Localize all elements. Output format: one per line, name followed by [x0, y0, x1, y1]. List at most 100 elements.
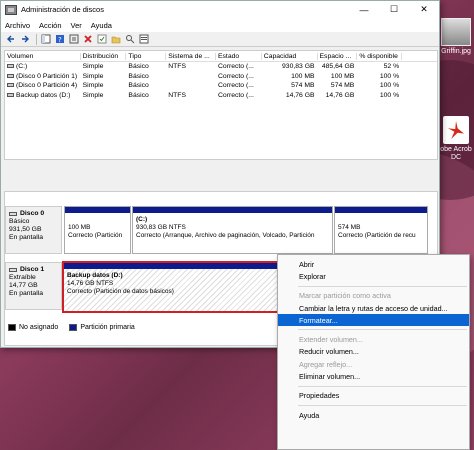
- maximize-button[interactable]: ☐: [379, 1, 409, 18]
- properties-icon[interactable]: [68, 34, 79, 45]
- context-menu-item[interactable]: Ayuda: [278, 409, 469, 421]
- table-cell-text: 574 MB: [330, 82, 355, 90]
- context-menu-item[interactable]: Propiedades: [278, 390, 469, 402]
- back-arrow-icon[interactable]: [5, 34, 16, 45]
- table-row[interactable]: (Disco 0 Partición 4) Simple Básico Correct…: [5, 81, 437, 91]
- partition-context-menu: Abrir Explorar Marcar partición como activ…: [277, 254, 470, 450]
- table-cell-text: 100 MB: [291, 72, 315, 80]
- table-cell-text: NTFS: [168, 63, 186, 71]
- context-menu-item[interactable]: Formatear...: [278, 314, 469, 327]
- legend: No asignado Partición primaria: [5, 322, 135, 333]
- menu-archivo[interactable]: Archivo: [5, 21, 30, 30]
- partition-content: Backup datos (D:) 14,76 GB NTFS Correcto…: [67, 272, 274, 296]
- table-cell: 100 MB: [262, 73, 318, 80]
- legend-label-primary: Partición primaria: [80, 324, 135, 331]
- table-cell-text: (C:): [16, 63, 28, 71]
- disk-0-row: Disco 0 Básico 931,50 GB En pantalla 100…: [5, 206, 439, 256]
- partition-status: Correcto (Arranque, Archivo de paginació…: [136, 232, 315, 239]
- table-cell-text: (Disco 0 Partición 4): [16, 82, 78, 90]
- table-cell-text: Básico: [128, 63, 149, 71]
- forward-arrow-icon[interactable]: [19, 34, 30, 45]
- column-header-disponible[interactable]: % disponible: [357, 52, 403, 60]
- context-menu-item[interactable]: Eliminar volumen...: [278, 370, 469, 382]
- column-header-distribucion[interactable]: Distribución: [81, 52, 127, 60]
- partition-title: Backup datos (D:): [67, 272, 123, 279]
- volume-drive-icon: [7, 64, 14, 69]
- menu-ayuda[interactable]: Ayuda: [91, 21, 112, 30]
- column-header-sistema[interactable]: Sistema de ...: [166, 52, 216, 60]
- legend-swatch-unallocated: [8, 324, 16, 331]
- context-menu-item[interactable]: Explorar: [278, 270, 469, 282]
- table-cell-text: 930,83 GB: [282, 63, 315, 71]
- acrobat-pdf-icon: [443, 116, 469, 144]
- menu-ver[interactable]: Ver: [71, 21, 82, 30]
- desktop-icon-acrobat[interactable]: obe Acrob DC: [436, 116, 474, 162]
- minimize-button[interactable]: —: [349, 1, 379, 18]
- column-header-capacidad[interactable]: Capacidad: [262, 52, 318, 60]
- toolbar-divider: [36, 33, 37, 45]
- volume-rows: (C:) Simple Básico NTFS Correcto (... 930,83 …: [5, 62, 437, 100]
- disk-1-label[interactable]: Disco 1 Extraíble 14,77 GB En pantalla: [5, 262, 62, 310]
- disk-management-app-icon: [5, 4, 17, 15]
- search-icon[interactable]: [124, 34, 135, 45]
- menu-accion[interactable]: Acción: [39, 21, 62, 30]
- partition-disk0-c[interactable]: (C:) 930,83 GB NTFS Correcto (Arranque, …: [132, 206, 333, 254]
- partition-size: 14,76 GB NTFS: [67, 280, 114, 287]
- column-header-estado[interactable]: Estado: [216, 52, 262, 60]
- context-menu-item[interactable]: Abrir: [278, 258, 469, 270]
- table-cell-text: 485,64 GB: [321, 63, 355, 71]
- table-cell: 52 %: [357, 63, 402, 70]
- window-title: Administración de discos: [21, 5, 104, 14]
- open-folder-icon[interactable]: [110, 34, 121, 45]
- view-icon[interactable]: [138, 34, 149, 45]
- column-header-espacio[interactable]: Espacio ...: [318, 52, 358, 60]
- disk-drive-icon: [9, 212, 17, 216]
- table-cell: Simple: [81, 63, 127, 70]
- menu-bar: Archivo Acción Ver Ayuda: [1, 18, 439, 32]
- table-cell: Correcto (...: [216, 92, 262, 99]
- table-row[interactable]: Backup datos (D:) Simple Básico NTFS Correct…: [5, 91, 437, 101]
- column-header-volumen[interactable]: Volumen: [5, 52, 81, 60]
- column-header-tipo[interactable]: Tipo: [126, 52, 167, 60]
- context-menu-item[interactable]: Reducir volumen...: [278, 346, 469, 358]
- desktop-icon-label: obe Acrob DC: [440, 146, 472, 161]
- help-icon[interactable]: ?: [54, 34, 65, 45]
- close-button[interactable]: ✕: [409, 1, 439, 18]
- disk-name: Disco 1: [20, 266, 45, 273]
- table-cell-text: NTFS: [168, 91, 186, 99]
- title-bar[interactable]: Administración de discos — ☐ ✕: [1, 1, 439, 18]
- disk-type: Básico: [9, 218, 30, 225]
- partition-size: 930,83 GB NTFS: [136, 224, 186, 231]
- partition-disk0-recovery-2[interactable]: 574 MB Correcto (Partición de recu: [334, 206, 428, 254]
- menu-separator: [298, 404, 467, 406]
- table-cell-text: Básico: [128, 82, 149, 90]
- table-cell: (Disco 0 Partición 1): [5, 73, 81, 80]
- table-cell: 14,76 GB: [262, 92, 318, 99]
- delete-icon[interactable]: [82, 34, 93, 45]
- context-menu-item: Extender volumen...: [299, 335, 363, 345]
- table-cell: 100 %: [357, 82, 402, 89]
- table-cell-text: Básico: [128, 72, 149, 80]
- table-cell: (Disco 0 Partición 4): [5, 82, 81, 89]
- table-cell: Correcto (...: [216, 73, 262, 80]
- partition-content: 574 MB Correcto (Partición de recu: [338, 216, 424, 240]
- table-cell: 930,83 GB: [262, 63, 318, 70]
- desktop-icon-image[interactable]: Griffin.jpg: [436, 18, 474, 56]
- table-cell: 574 MB: [262, 82, 318, 89]
- disk-drive-icon: [9, 268, 17, 272]
- context-menu-item[interactable]: Cambiar la letra y rutas de acceso de un…: [278, 302, 469, 314]
- disk-0-label[interactable]: Disco 0 Básico 931,50 GB En pantalla: [5, 206, 62, 254]
- partition-disk1-backup[interactable]: Backup datos (D:) 14,76 GB NTFS Correcto…: [62, 261, 279, 313]
- table-cell: (C:): [5, 63, 81, 70]
- console-tree-icon[interactable]: [40, 34, 51, 45]
- table-row[interactable]: (Disco 0 Partición 1) Simple Básico Correct…: [5, 72, 437, 82]
- desktop-icon-label: Griffin.jpg: [441, 48, 471, 55]
- table-cell-text: Correcto (...: [218, 72, 254, 80]
- window-controls: — ☐ ✕: [349, 1, 439, 18]
- check-icon[interactable]: [96, 34, 107, 45]
- table-cell-text: Correcto (...: [218, 82, 254, 90]
- table-cell-text: 14,76 GB: [325, 91, 355, 99]
- partition-disk0-recovery-1[interactable]: 100 MB Correcto (Partición: [64, 206, 131, 254]
- table-row[interactable]: (C:) Simple Básico NTFS Correcto (... 930,83 …: [5, 62, 437, 72]
- table-cell-text: Básico: [128, 91, 149, 99]
